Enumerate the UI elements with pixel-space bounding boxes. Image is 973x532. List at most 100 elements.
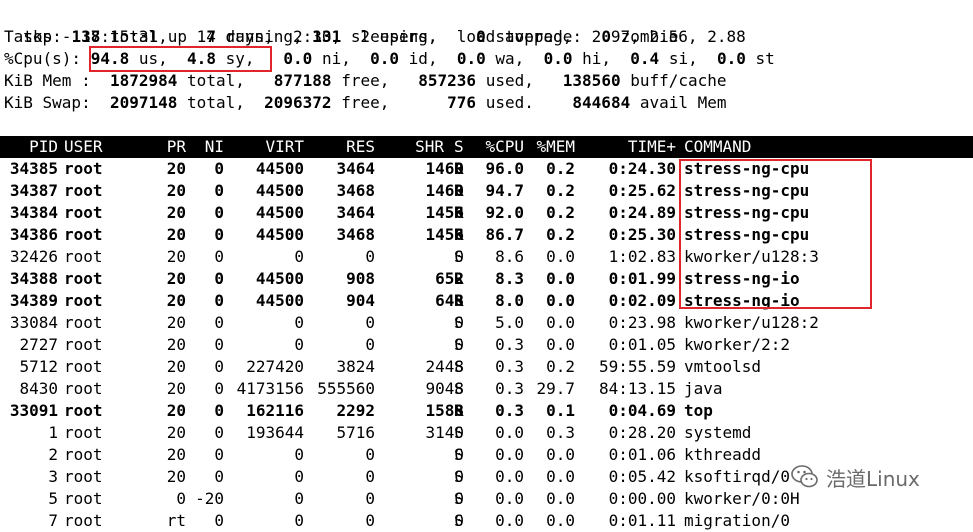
cell-cpu: 0.3 (495, 379, 524, 398)
table-row[interactable]: 5712 root 20 0 227420 3824 2448 S 0.3 0.2 59:55.59… (0, 356, 973, 378)
cell-res: 0 (365, 511, 375, 530)
cell-command: kworker/2:2 (684, 335, 790, 354)
col-s[interactable]: S (454, 136, 464, 158)
table-row[interactable]: 34389 root 20 0 44500 904 648 R 8.0 0.0 0:02.09 str… (0, 290, 973, 312)
table-row[interactable]: 34385 root 20 0 44500 3464 1460 R 96.0 0.2 0:24.30… (0, 158, 973, 180)
cell-mem: 0.2 (546, 181, 575, 200)
col-virt[interactable]: VIRT (265, 136, 304, 158)
cell-time: 1:02.83 (608, 247, 676, 266)
col-ni[interactable]: NI (205, 136, 224, 158)
cell-pid: 7 (48, 511, 58, 530)
cell-virt: 44500 (255, 269, 304, 288)
cell-pr: 20 (166, 291, 186, 310)
summary-mem: KiB Mem : 1872984 total, 877188 free, 85… (4, 71, 727, 90)
cell-command: stress-ng-cpu (684, 203, 810, 222)
cell-user: root (64, 225, 103, 244)
cell-user: root (64, 203, 103, 222)
cell-pid: 34385 (9, 159, 58, 178)
cell-command: vmtoolsd (684, 357, 762, 376)
summary-swap: KiB Swap: 2097148 total, 2096372 free, 7… (4, 93, 727, 112)
col-mem[interactable]: %MEM (536, 136, 575, 158)
cell-time: 0:28.20 (608, 423, 676, 442)
cell-time: 0:24.30 (608, 159, 676, 178)
cell-cpu: 0.0 (495, 511, 524, 530)
cell-res: 3464 (336, 159, 375, 178)
cell-user: root (64, 291, 103, 310)
cell-pid: 8430 (19, 379, 58, 398)
cell-user: root (64, 445, 103, 464)
cell-command: stress-ng-cpu (684, 181, 810, 200)
table-row[interactable]: 33091 root 20 0 162116 2292 1588 R 0.3 0.1 0:04.69… (0, 400, 973, 422)
cell-time: 0:01.11 (608, 511, 676, 530)
cell-cpu: 0.0 (495, 423, 524, 442)
cell-pid: 34389 (9, 291, 58, 310)
watermark: 浩道Linux (790, 460, 920, 494)
cell-res: 0 (365, 489, 375, 508)
cell-s: R (454, 269, 464, 288)
cell-ni: 0 (214, 423, 224, 442)
cell-pr: 20 (166, 159, 186, 178)
cell-user: root (64, 247, 103, 266)
cell-pr: 20 (166, 247, 186, 266)
cell-pr: 20 (166, 313, 186, 332)
cell-pid: 33084 (9, 313, 58, 332)
col-user[interactable]: USER (64, 136, 103, 158)
cell-cpu: 0.0 (495, 445, 524, 464)
table-row[interactable]: 34386 root 20 0 44500 3468 1456 R 86.7 0.2 0:25.30… (0, 224, 973, 246)
cell-user: root (64, 467, 103, 486)
cell-res: 0 (365, 335, 375, 354)
cell-user: root (64, 269, 103, 288)
table-row[interactable]: 33084 root 20 0 0 0 0 S 5.0 0.0 0:23.98 kworker/u12… (0, 312, 973, 334)
col-shr[interactable]: SHR (415, 136, 444, 158)
cell-command: java (684, 379, 723, 398)
cell-mem: 0.0 (546, 467, 575, 486)
cell-s: S (454, 379, 464, 398)
cell-res: 3464 (336, 203, 375, 222)
cell-ni: 0 (214, 225, 224, 244)
cell-virt: 227420 (246, 357, 304, 376)
table-row[interactable]: 8430 root 20 0 4173156 555560 9048 S 0.3 29.7 84:1… (0, 378, 973, 400)
table-row[interactable]: 34388 root 20 0 44500 908 652 R 8.3 0.0 0:01.99 str… (0, 268, 973, 290)
table-row[interactable]: 34384 root 20 0 44500 3464 1456 R 92.0 0.2 0:24.89… (0, 202, 973, 224)
cell-command: migration/0 (684, 511, 790, 530)
col-res[interactable]: RES (346, 136, 375, 158)
cell-virt: 44500 (255, 203, 304, 222)
watermark-text: 浩道Linux (826, 466, 920, 491)
cell-time: 0:04.69 (608, 401, 676, 420)
cell-virt: 0 (294, 511, 304, 530)
cell-virt: 0 (294, 313, 304, 332)
cell-virt: 193644 (246, 423, 304, 442)
cell-user: root (64, 357, 103, 376)
table-row[interactable]: 2727 root 20 0 0 0 0 S 0.3 0.0 0:01.05 kworker/2:2 (0, 334, 973, 356)
cell-res: 5716 (336, 423, 375, 442)
cell-command: kworker/0:0H (684, 489, 800, 508)
cell-pid: 3 (48, 467, 58, 486)
col-command[interactable]: COMMAND (684, 136, 751, 158)
cell-virt: 44500 (255, 291, 304, 310)
table-row[interactable]: 1 root 20 0 193644 5716 3140 S 0.0 0.3 0:28.20 syst… (0, 422, 973, 444)
table-row[interactable]: 7 root rt 0 0 0 0 S 0.0 0.0 0:01.11 migration/0 (0, 510, 973, 532)
cell-s: R (454, 225, 464, 244)
col-pid[interactable]: PID (29, 136, 58, 158)
table-row[interactable]: 32426 root 20 0 0 0 0 S 8.6 0.0 1:02.83 kworker/u12… (0, 246, 973, 268)
cell-res: 0 (365, 467, 375, 486)
cell-s: S (454, 467, 464, 486)
cell-mem: 0.2 (546, 357, 575, 376)
cell-time: 84:13.15 (598, 379, 676, 398)
cell-pr: 20 (166, 445, 186, 464)
cell-ni: 0 (214, 401, 224, 420)
cell-mem: 0.2 (546, 225, 575, 244)
col-time[interactable]: TIME+ (628, 136, 676, 158)
cell-pid: 34387 (9, 181, 58, 200)
cell-command: stress-ng-io (684, 269, 800, 288)
cell-s: R (454, 181, 464, 200)
col-pr[interactable]: PR (167, 136, 186, 158)
cell-time: 0:25.30 (608, 225, 676, 244)
cell-user: root (64, 401, 103, 420)
col-cpu[interactable]: %CPU (485, 136, 524, 158)
cell-pid: 1 (48, 423, 58, 442)
table-row[interactable]: 34387 root 20 0 44500 3468 1460 R 94.7 0.2 0:25.62… (0, 180, 973, 202)
cell-time: 0:24.89 (608, 203, 676, 222)
cell-user: root (64, 489, 103, 508)
cell-pr: 20 (166, 401, 186, 420)
